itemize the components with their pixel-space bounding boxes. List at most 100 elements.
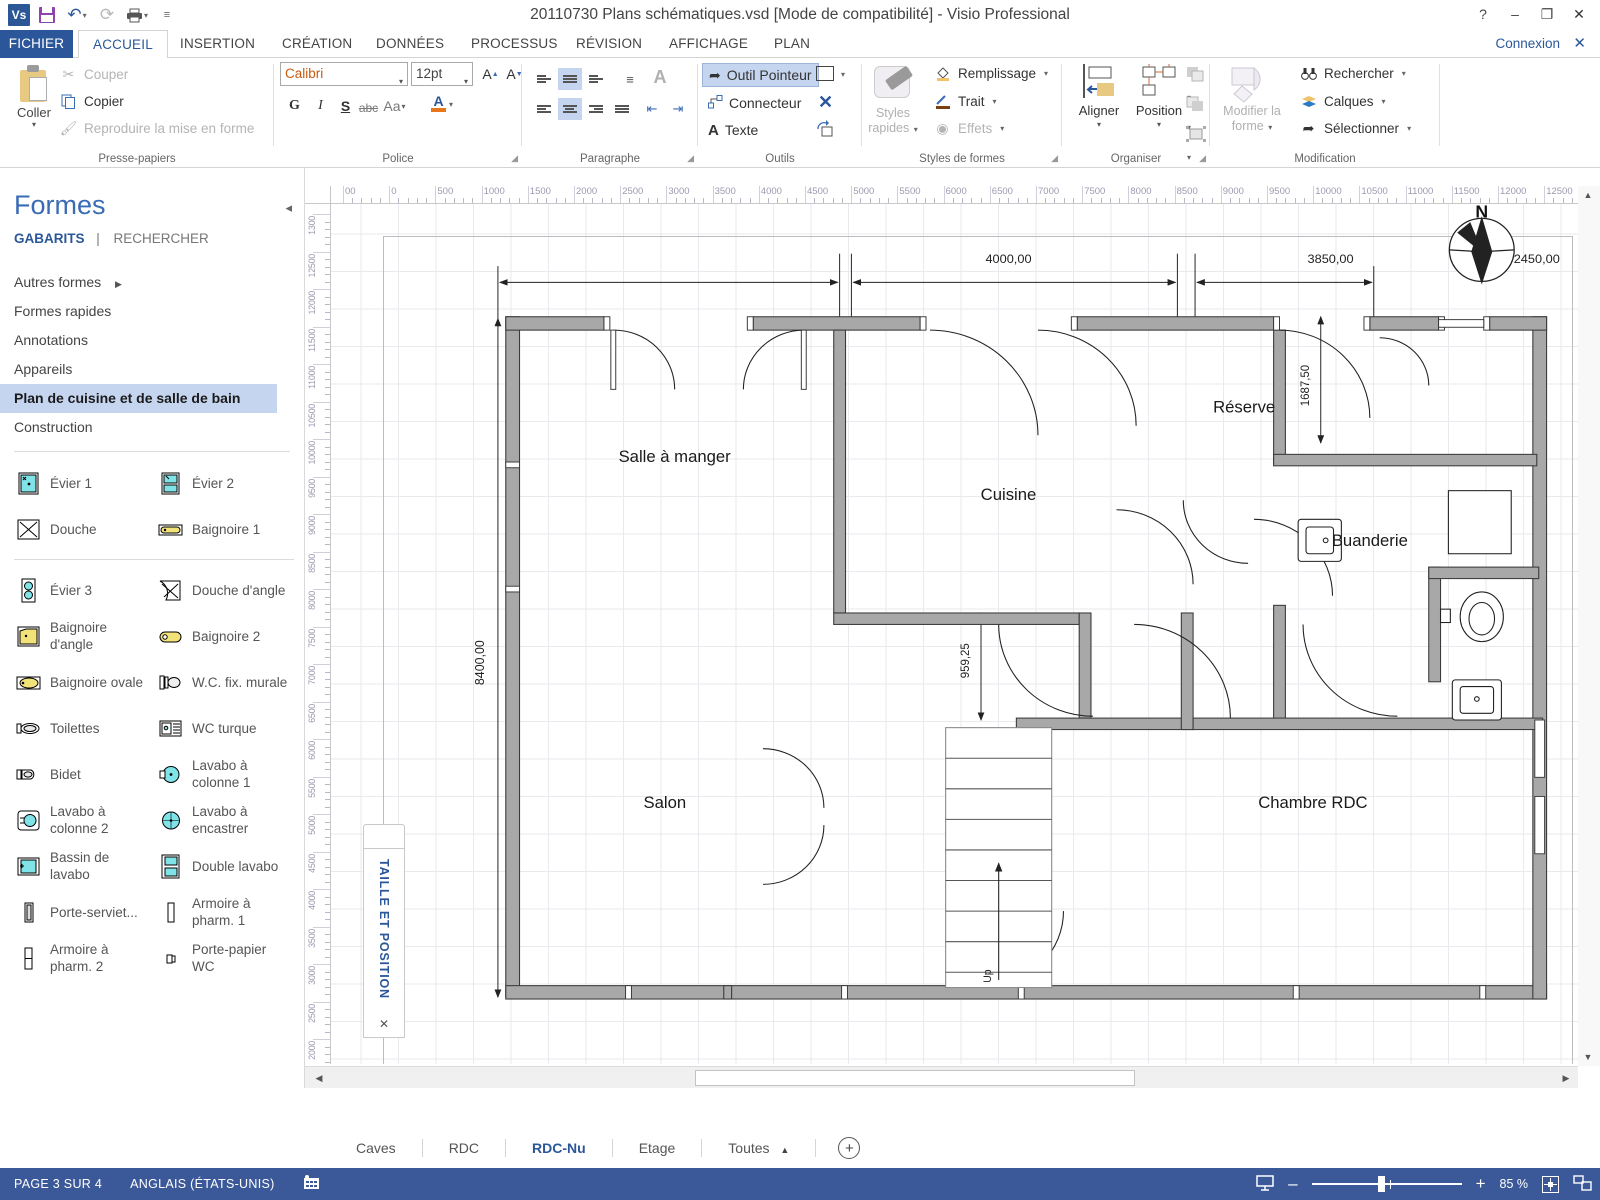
tab-plan[interactable]: PLAN: [760, 30, 824, 58]
tab-revision[interactable]: RÉVISION: [562, 30, 656, 58]
shape-styles-dialog-launcher[interactable]: ◢: [1051, 153, 1058, 164]
scroll-right-arrow-icon[interactable]: ▶: [1556, 1069, 1576, 1087]
italic-button[interactable]: I: [308, 94, 333, 118]
scroll-left-arrow-icon[interactable]: ◀: [309, 1069, 329, 1087]
scrollbar-thumb[interactable]: [695, 1070, 1135, 1086]
font-name-chevron-down-icon[interactable]: ▾: [399, 71, 403, 93]
shape-baignoire-dangle[interactable]: Baignoire d'angle: [10, 613, 152, 659]
quick-styles-button[interactable]: Styles rapides ▾: [862, 64, 924, 137]
shape-armoire-a-pharm-1[interactable]: Armoire à pharm. 1: [152, 889, 294, 935]
shape-baignoire-ovale[interactable]: Baignoire ovale: [10, 659, 152, 705]
font-name-input[interactable]: Calibri ▾: [280, 62, 408, 86]
close-ribbon-icon[interactable]: ✕: [1573, 34, 1586, 52]
shape-evier-2[interactable]: Évier 2: [152, 460, 294, 506]
shape-bidet[interactable]: Bidet: [10, 751, 152, 797]
shape-armoire-a-pharm-2[interactable]: Armoire à pharm. 2: [10, 935, 152, 981]
align-right-button[interactable]: [584, 98, 608, 120]
connector-tool-button[interactable]: Connecteur: [702, 91, 807, 115]
rotate-tool-icon[interactable]: [816, 120, 836, 143]
shape-evier-3[interactable]: Évier 3: [10, 567, 152, 613]
shape-bassin-de-lavabo[interactable]: Bassin de lavabo: [10, 843, 152, 889]
grow-font-button[interactable]: A ▲: [478, 62, 503, 86]
scroll-up-arrow-icon[interactable]: ▲: [1578, 186, 1598, 204]
horizontal-scrollbar[interactable]: ◀ ▶: [305, 1066, 1578, 1088]
stencil-construction[interactable]: Construction: [0, 413, 304, 442]
tab-creation[interactable]: CRÉATION: [268, 30, 366, 58]
change-shape-button[interactable]: Modifier la forme ▾: [1216, 64, 1288, 135]
line-button[interactable]: Trait ▾: [934, 93, 997, 110]
stencil-autres-formes[interactable]: Autres formes ▶: [0, 268, 304, 297]
align-button[interactable]: Aligner ▾: [1068, 64, 1130, 129]
size-position-tab[interactable]: [363, 824, 405, 850]
shape-porte-serviettes[interactable]: Porte-serviet...: [10, 889, 152, 935]
shape-toilettes[interactable]: Toilettes: [10, 705, 152, 751]
vertical-scrollbar[interactable]: ▲ ▼: [1578, 186, 1600, 1066]
presentation-mode-icon[interactable]: [1256, 1174, 1274, 1194]
align-bottom-button[interactable]: [584, 68, 608, 90]
tab-donnees[interactable]: DONNÉES: [362, 30, 458, 58]
shape-douche[interactable]: Douche: [10, 506, 152, 552]
select-button[interactable]: ➦ Sélectionner ▾: [1300, 120, 1411, 137]
change-case-button[interactable]: Aa ▾: [382, 94, 407, 118]
restore-button[interactable]: ❐: [1532, 2, 1562, 26]
minimize-button[interactable]: –: [1500, 2, 1530, 26]
font-size-chevron-down-icon[interactable]: ▾: [464, 71, 468, 93]
shape-douche-dangle[interactable]: Douche d'angle: [152, 567, 294, 613]
layers-button[interactable]: Calques ▾: [1300, 93, 1386, 110]
help-button[interactable]: ?: [1468, 2, 1498, 26]
stencil-formes-rapides[interactable]: Formes rapides: [0, 297, 304, 326]
copy-button[interactable]: Copier: [60, 93, 124, 110]
add-page-button[interactable]: +: [838, 1137, 861, 1159]
bullet-list-button[interactable]: ≡: [618, 68, 642, 90]
zoom-out-button[interactable]: –: [1288, 1174, 1297, 1194]
close-button[interactable]: ✕: [1564, 2, 1594, 26]
text-tool-button[interactable]: A Texte: [702, 118, 764, 142]
horizontal-ruler[interactable]: 00 0 500 1000 1500 2000 2500 3000 3500 4000 4500 50…: [331, 186, 1578, 204]
size-position-close-icon[interactable]: ✕: [379, 1017, 389, 1031]
tab-fichier[interactable]: FICHIER: [0, 30, 73, 58]
shape-wc-fix-murale[interactable]: W.C. fix. murale: [152, 659, 294, 705]
find-button[interactable]: Rechercher ▾: [1300, 65, 1406, 82]
page-tab-rdc[interactable]: RDC: [423, 1140, 505, 1156]
font-dialog-launcher[interactable]: ◢: [511, 153, 518, 164]
shape-tool-button[interactable]: [816, 66, 834, 81]
collapse-panel-icon[interactable]: ◂: [285, 200, 292, 216]
paste-button[interactable]: Coller ▾: [8, 64, 60, 129]
cut-button[interactable]: ✂ Couper: [60, 66, 129, 83]
shape-wc-turque[interactable]: WC turque: [152, 705, 294, 751]
format-painter-button[interactable]: 🖌 Reproduire la mise en forme: [60, 120, 255, 137]
page-tab-etage[interactable]: Etage: [613, 1140, 702, 1156]
connexion-link[interactable]: Connexion: [1495, 30, 1560, 58]
tab-gabarits[interactable]: GABARITS: [14, 231, 85, 246]
align-left-button[interactable]: [532, 98, 556, 120]
page-tab-rdc-nu[interactable]: RDC-Nu: [506, 1140, 612, 1156]
shape-baignoire-1[interactable]: Baignoire 1: [152, 506, 294, 552]
macro-recording-icon[interactable]: [289, 1175, 334, 1193]
tab-processus[interactable]: PROCESSUS: [457, 30, 572, 58]
shape-lavabo-a-colonne-2[interactable]: Lavabo à colonne 2: [10, 797, 152, 843]
fill-button[interactable]: Remplissage ▾: [934, 65, 1048, 82]
zoom-slider[interactable]: [1311, 1176, 1462, 1192]
shape-baignoire-2[interactable]: Baignoire 2: [152, 613, 294, 659]
fit-page-icon[interactable]: [1542, 1175, 1559, 1193]
chevron-up-icon[interactable]: ▲: [780, 1145, 789, 1155]
vertical-ruler[interactable]: 1300 12500 12000 11500 11000 10500 10000 9500 90…: [305, 204, 331, 1064]
shape-lavabo-a-colonne-1[interactable]: Lavabo à colonne 1: [152, 751, 294, 797]
underline-button[interactable]: S: [333, 94, 358, 118]
drawing-page[interactable]: 4000,00 3850,00 2450,00 8400,00 1687,50 …: [331, 204, 1578, 1064]
zoom-in-button[interactable]: +: [1476, 1174, 1486, 1194]
shape-evier-1[interactable]: Évier 1: [10, 460, 152, 506]
font-size-input[interactable]: 12pt ▾: [411, 62, 473, 86]
stencil-appareils[interactable]: Appareils: [0, 355, 304, 384]
text-direction-button[interactable]: A: [648, 66, 672, 88]
align-top-button[interactable]: [532, 68, 556, 90]
status-language[interactable]: ANGLAIS (ÉTATS-UNIS): [116, 1177, 288, 1191]
page-tab-caves[interactable]: Caves: [330, 1140, 422, 1156]
font-color-button[interactable]: A: [426, 91, 451, 115]
tab-rechercher[interactable]: RECHERCHER: [114, 231, 209, 246]
delete-tool-icon[interactable]: ✕: [818, 92, 833, 113]
pointer-tool-button[interactable]: ➦ Outil Pointeur: [702, 63, 819, 87]
zoom-level-label[interactable]: 85 %: [1500, 1177, 1529, 1191]
align-center-button[interactable]: [558, 98, 582, 120]
paragraph-dialog-launcher[interactable]: ◢: [687, 153, 694, 164]
